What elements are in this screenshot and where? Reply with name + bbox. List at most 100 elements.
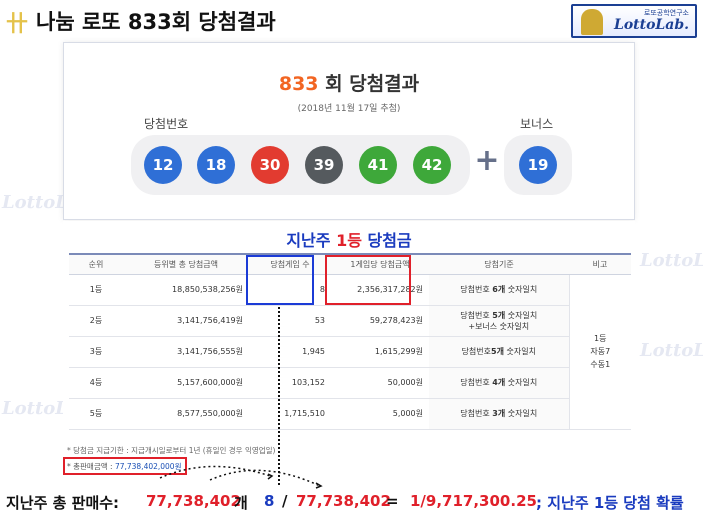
- rank-cell: 3등: [69, 336, 123, 368]
- logo-name: LottoLab.: [613, 17, 689, 33]
- col-header: 순위: [69, 253, 123, 275]
- winner-count-connector: [278, 307, 280, 485]
- criteria-count: 3개: [492, 409, 506, 418]
- winner-count-cell: 53: [249, 305, 331, 337]
- criteria-count: 5개: [492, 310, 506, 320]
- draw-title-suffix: 회 당첨결과: [318, 73, 420, 95]
- winning-numbers-group: 12 18 30 39 41 42: [131, 135, 470, 195]
- bonus-number-group: 19: [504, 135, 572, 195]
- formula-sales-divisor: 77,738,402: [296, 492, 391, 510]
- criteria-text: 숫자일치: [505, 310, 538, 320]
- criteria-text: 숫자일치: [503, 347, 536, 356]
- number-ball: 30: [251, 146, 289, 184]
- table-row: 1등 18,850,538,256원 8 2,356,317,282원 당첨번호…: [69, 274, 631, 430]
- note-line: 수동1: [590, 360, 611, 369]
- prize-title-post: 당첨금: [361, 231, 412, 250]
- sales-connector-arc-left: [159, 465, 271, 479]
- per-game-prize-cell: 5,000원: [331, 398, 429, 430]
- number-ball: 39: [305, 146, 343, 184]
- prize-table: 순위 등위별 총 당첨금액 당첨게임 수 1게임당 당첨금액 당첨기준 비고 1…: [69, 253, 631, 430]
- page-header: 卄 나눔 로또 833회 당첨결과 로또공학연구소 LottoLab.: [0, 0, 703, 44]
- note-line: 자동7: [590, 347, 611, 356]
- criteria-text: 당첨번호: [460, 285, 493, 294]
- criteria-cell: 당첨번호 6개 숫자일치: [429, 274, 569, 306]
- winning-numbers-label: 당첨번호: [144, 117, 189, 131]
- table-header-row: 순위 등위별 총 당첨금액 당첨게임 수 1게임당 당첨금액 당첨기준 비고: [69, 253, 631, 275]
- lottolab-logo[interactable]: 로또공학연구소 LottoLab.: [571, 4, 697, 38]
- formula-slash: /: [282, 492, 288, 510]
- total-prize-cell: 5,157,600,000원: [123, 367, 249, 399]
- total-prize-cell: 3,141,756,555원: [123, 336, 249, 368]
- total-prize-cell: 8,577,550,000원: [123, 398, 249, 430]
- criteria-text: 숫자일치: [505, 409, 538, 418]
- prize-title-highlight: 1등: [336, 231, 362, 250]
- col-header: 1게임당 당첨금액: [331, 253, 429, 275]
- note-cell: 1등 자동7 수동1: [568, 274, 631, 430]
- formula-winners: 8: [264, 492, 275, 510]
- per-game-prize-cell: 2,356,317,282원: [331, 274, 429, 306]
- rank-cell: 1등: [69, 274, 123, 306]
- page-title: 나눔 로또 833회 당첨결과: [36, 10, 276, 34]
- criteria-count: 6개: [492, 285, 506, 294]
- prize-table-section: 지난주 1등 당첨금 순위 등위별 총 당첨금액 당첨게임 수 1게임당 당첨금…: [63, 221, 635, 493]
- bonus-number-label: 보너스: [520, 117, 554, 131]
- criteria-count: 5개: [491, 347, 504, 356]
- total-prize-cell: 3,141,756,419원: [123, 305, 249, 337]
- sales-connector-arc-right: [209, 469, 321, 487]
- formula-suffix: ; 지난주 1등 당첨 확률: [536, 494, 684, 512]
- probability-formula: 지난주 총 판매수: 77,738,402 개 8 / 77,738,402 =…: [0, 490, 703, 518]
- arrow-head-icon: [267, 473, 274, 480]
- table-row: 2등 3,141,756,419원 53 59,278,423원 당첨번호 5개…: [69, 305, 631, 337]
- total-sales-label: * 총판매금액 :: [67, 462, 115, 471]
- criteria-count: 4개: [492, 378, 506, 387]
- number-ball: 18: [197, 146, 235, 184]
- payout-deadline-note: * 당첨금 지급기한 : 지급개시일로부터 1년 (휴일인 경우 익영업일): [67, 446, 276, 455]
- col-header: 당첨기준: [429, 253, 569, 275]
- bonus-ball: 19: [519, 146, 557, 184]
- col-header: 당첨게임 수: [249, 253, 331, 275]
- criteria-text: 당첨번호: [461, 347, 492, 356]
- draw-title: 833 회 당첨결과: [64, 69, 634, 96]
- prize-table-title: 지난주 1등 당첨금: [63, 227, 635, 251]
- table-row: 5등 8,577,550,000원 1,715,510 5,000원 당첨번호 …: [69, 398, 631, 430]
- rank-cell: 2등: [69, 305, 123, 337]
- logo-badge-icon: [581, 9, 603, 35]
- table-row: 3등 3,141,756,555원 1,945 1,615,299원 당첨번호5…: [69, 336, 631, 368]
- arrow-head-icon: [315, 482, 323, 489]
- rank-cell: 4등: [69, 367, 123, 399]
- watermark-text: LottoLab.: [640, 250, 703, 271]
- winner-count-cell: 1,715,510: [249, 398, 331, 430]
- formula-unit: 개: [234, 494, 248, 512]
- criteria-text: 당첨번호: [460, 409, 493, 418]
- per-game-prize-cell: 50,000원: [331, 367, 429, 399]
- formula-sales: 77,738,402: [146, 492, 241, 510]
- formula-prefix: 지난주 총 판매수:: [6, 494, 120, 512]
- table-row: 4등 5,157,600,000원 103,152 50,000원 당첨번호 4…: [69, 367, 631, 399]
- criteria-cell: 당첨번호 3개 숫자일치: [429, 398, 569, 430]
- plus-icon: +: [474, 143, 500, 178]
- draw-number: 833: [278, 73, 319, 95]
- winner-count-cell: 8: [249, 274, 331, 306]
- criteria-text: +보너스 숫자일치: [468, 321, 530, 331]
- criteria-text: 당첨번호: [460, 310, 493, 320]
- criteria-cell: 당첨번호5개 숫자일치: [429, 336, 569, 368]
- number-ball: 42: [413, 146, 451, 184]
- per-game-prize-cell: 59,278,423원: [331, 305, 429, 337]
- note-line: 1등: [594, 334, 607, 343]
- formula-equals: =: [386, 492, 399, 510]
- draw-result-card: 833 회 당첨결과 (2018년 11월 17일 추첨) 당첨번호 보너스 1…: [63, 42, 635, 220]
- number-ball: 41: [359, 146, 397, 184]
- logo-glyph-icon: 卄: [6, 12, 29, 37]
- rank-cell: 5등: [69, 398, 123, 430]
- winner-count-cell: 1,945: [249, 336, 331, 368]
- criteria-text: 숫자일치: [505, 285, 538, 294]
- col-header: 비고: [569, 253, 631, 275]
- criteria-text: 숫자일치: [505, 378, 538, 387]
- criteria-cell: 당첨번호 5개 숫자일치 +보너스 숫자일치: [429, 305, 569, 337]
- watermark-text: LottoLab.: [640, 340, 703, 361]
- number-ball: 12: [144, 146, 182, 184]
- total-prize-cell: 18,850,538,256원: [123, 274, 249, 306]
- col-header: 등위별 총 당첨금액: [123, 253, 249, 275]
- per-game-prize-cell: 1,615,299원: [331, 336, 429, 368]
- formula-odds: 1/9,717,300.25: [410, 492, 537, 510]
